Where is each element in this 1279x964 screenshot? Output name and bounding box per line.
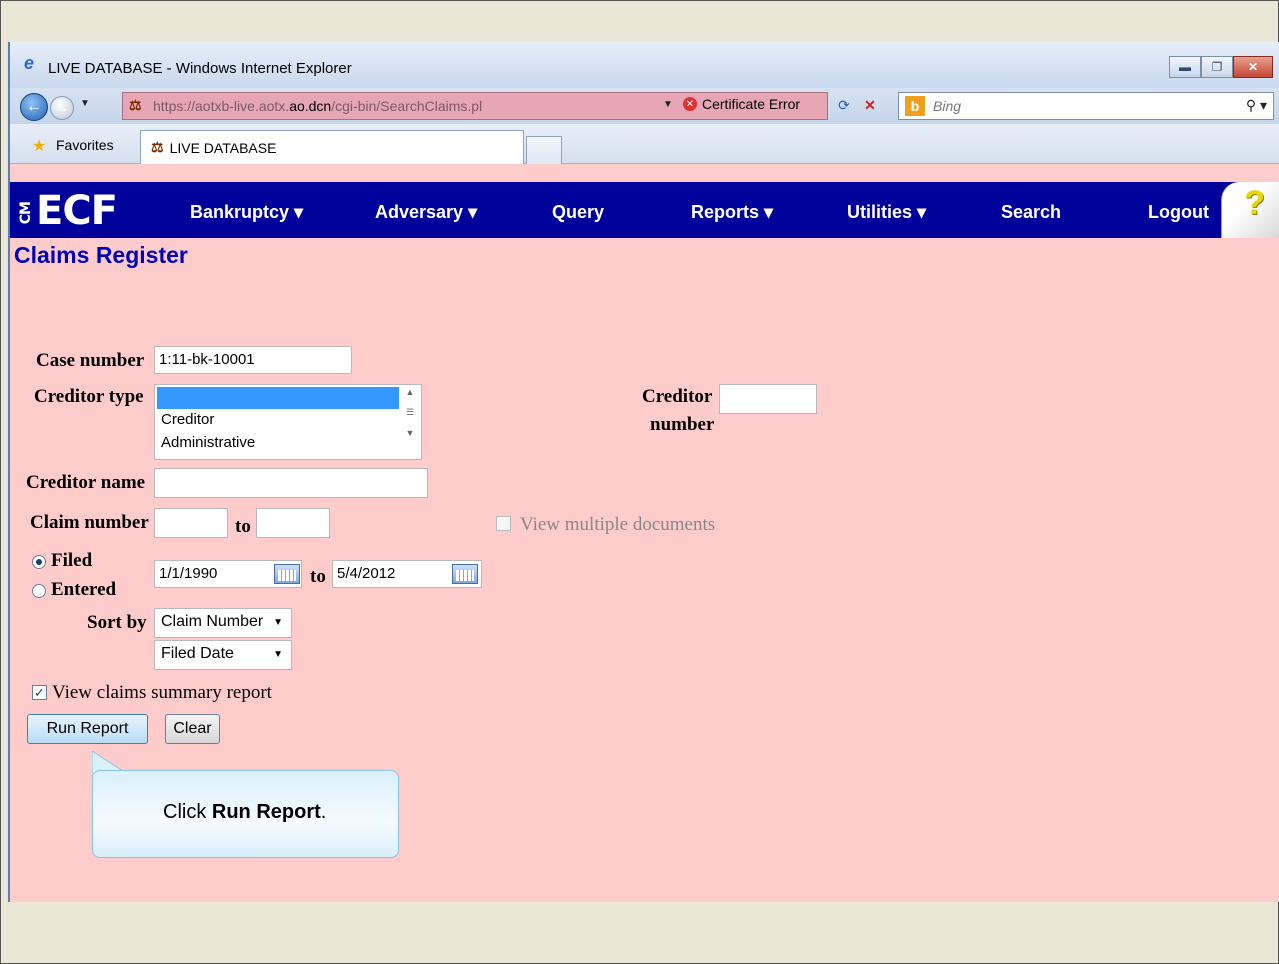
menu-adversary[interactable]: Adversary ▾: [375, 202, 477, 223]
instruction-callout: Click Run Report.: [92, 770, 399, 858]
menu-query[interactable]: Query: [552, 202, 604, 223]
sort-secondary-select[interactable]: Filed Date ▼: [154, 640, 292, 670]
favorites-bar: ★ Favorites ⚖ LIVE DATABASE: [10, 124, 1279, 164]
menu-search[interactable]: Search: [1001, 202, 1061, 223]
filed-label: Filed: [51, 550, 93, 571]
back-button[interactable]: ←: [20, 93, 48, 121]
chevron-down-icon: ▼: [273, 617, 283, 628]
creditor-name-label: Creditor name: [26, 472, 146, 493]
case-number-label: Case number: [36, 350, 145, 371]
creditor-type-option-creditor[interactable]: Creditor: [161, 411, 214, 428]
search-box[interactable]: b Bing ⚲ ▾: [898, 92, 1274, 120]
title-bar: e LIVE DATABASE - Windows Internet Explo…: [10, 42, 1279, 88]
creditor-type-option-blank[interactable]: [157, 387, 399, 409]
creditor-type-option-administrative[interactable]: Administrative: [161, 434, 255, 451]
date-to-calendar-icon[interactable]: [452, 564, 478, 584]
listbox-scrollbar[interactable]: ▲ ☰ ▼: [401, 387, 419, 457]
close-button[interactable]: ✕: [1233, 56, 1273, 78]
creditor-number-label-line2: number: [650, 414, 715, 435]
address-url[interactable]: https://aotxb-live.aotx.ao.dcn/cgi-bin/S…: [153, 98, 482, 114]
stop-icon[interactable]: ✕: [859, 97, 881, 117]
claim-number-from-input[interactable]: [154, 508, 228, 538]
claim-number-label: Claim number: [30, 512, 149, 533]
menu-reports[interactable]: Reports ▾: [691, 202, 773, 223]
tab-title: LIVE DATABASE: [169, 139, 277, 156]
view-multiple-documents-checkbox[interactable]: [496, 516, 511, 531]
browser-window: e LIVE DATABASE - Windows Internet Explo…: [8, 42, 1279, 902]
ecf-logo: CMECF: [18, 188, 118, 234]
view-claims-summary-checkbox[interactable]: ✓: [32, 685, 47, 700]
maximize-button[interactable]: ❐: [1201, 56, 1233, 78]
certificate-error-icon: ✕: [683, 97, 697, 111]
address-row: ← → ▼ ⚖ https://aotxb-live.aotx.ao.dcn/c…: [10, 88, 1279, 124]
bing-logo-icon: b: [905, 96, 925, 116]
filed-radio[interactable]: [32, 555, 46, 569]
view-claims-summary-label: View claims summary report: [52, 682, 272, 703]
menu-utilities[interactable]: Utilities ▾: [847, 202, 926, 223]
help-button[interactable]: ?: [1221, 182, 1279, 238]
history-dropdown-icon[interactable]: ▼: [80, 98, 90, 109]
address-bar[interactable]: ⚖ https://aotxb-live.aotx.ao.dcn/cgi-bin…: [122, 92, 876, 120]
entered-radio[interactable]: [32, 584, 46, 598]
creditor-number-label-line1: Creditor: [642, 386, 713, 407]
tab-favicon-icon: ⚖: [151, 139, 164, 155]
refresh-icon[interactable]: ⟳: [833, 97, 855, 117]
creditor-type-label: Creditor type: [34, 386, 144, 407]
window-controls: ▬ ❐ ✕: [1169, 56, 1273, 78]
run-report-button[interactable]: Run Report: [27, 714, 148, 744]
new-tab-button[interactable]: [526, 136, 562, 164]
search-placeholder: Bing: [933, 98, 962, 114]
help-icon: ?: [1244, 184, 1265, 222]
creditor-number-input[interactable]: [719, 384, 817, 414]
menu-logout[interactable]: Logout: [1148, 202, 1209, 223]
creditor-name-input[interactable]: [154, 468, 428, 498]
window-title: LIVE DATABASE - Windows Internet Explore…: [48, 60, 352, 77]
page-content: CMECF Bankruptcy ▾ Adversary ▾ Query Rep…: [10, 164, 1279, 902]
chevron-down-icon: ▼: [273, 649, 283, 660]
favorites-star-icon[interactable]: ★: [32, 136, 46, 156]
claim-number-to-input[interactable]: [256, 508, 330, 538]
sort-primary-select[interactable]: Claim Number ▼: [154, 608, 292, 638]
ie-logo-icon: e: [24, 53, 35, 73]
address-dropdown-icon[interactable]: ▼: [663, 99, 673, 110]
page-title: Claims Register: [14, 242, 188, 268]
site-favicon-icon: ⚖: [129, 97, 142, 113]
case-number-input[interactable]: 1:11-bk-10001: [154, 346, 352, 374]
search-icon[interactable]: ⚲ ▾: [1246, 97, 1267, 114]
certificate-error-button[interactable]: ✕ Certificate Error: [683, 96, 800, 112]
tab-live-database[interactable]: ⚖ LIVE DATABASE: [140, 130, 524, 164]
clear-button[interactable]: Clear: [165, 714, 220, 744]
sort-by-label: Sort by: [87, 612, 147, 633]
forward-button[interactable]: →: [50, 96, 74, 120]
ecf-menu-bar: CMECF Bankruptcy ▾ Adversary ▾ Query Rep…: [10, 182, 1279, 238]
entered-label: Entered: [51, 579, 117, 600]
menu-bankruptcy[interactable]: Bankruptcy ▾: [190, 202, 303, 223]
minimize-button[interactable]: ▬: [1169, 56, 1201, 78]
callout-text: Click Run Report.: [163, 801, 327, 823]
creditor-type-listbox[interactable]: Creditor Administrative ▲ ☰ ▼: [154, 384, 422, 460]
view-multiple-documents-label: View multiple documents: [520, 514, 716, 535]
favorites-button[interactable]: Favorites: [56, 137, 114, 153]
claim-to-label: to: [235, 516, 251, 537]
date-from-calendar-icon[interactable]: [274, 564, 300, 584]
date-to-label: to: [310, 566, 326, 587]
